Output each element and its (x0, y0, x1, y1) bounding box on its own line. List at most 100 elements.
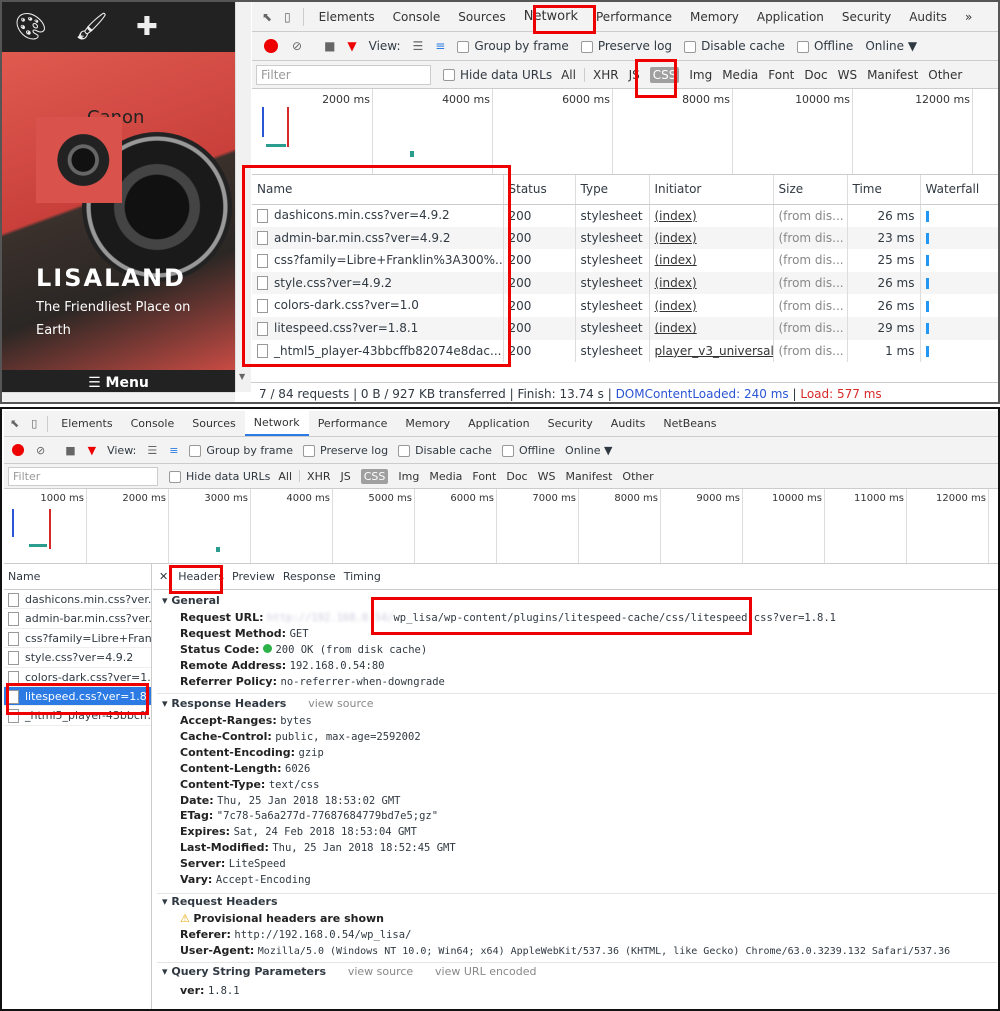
tab-security[interactable]: Security (833, 10, 900, 24)
type-media[interactable]: Media (717, 68, 763, 82)
filter-input[interactable]: Filter (8, 466, 158, 486)
table-row[interactable]: css?family=Libre+Franklin%3A300%... 200st… (252, 249, 998, 272)
cell-name[interactable]: litespeed.css?ver=1.8.1 (252, 316, 504, 340)
type-manifest[interactable]: Manifest (560, 470, 617, 483)
type-media[interactable]: Media (424, 470, 467, 483)
column-type[interactable]: Type (575, 175, 650, 205)
tab-console[interactable]: Console (122, 417, 184, 430)
cell-name[interactable]: _html5_player-43bbcffb82074e8dac... (252, 339, 504, 363)
type-xhr[interactable]: XHR (588, 68, 624, 82)
waterfall-view-icon[interactable]: ≡ (429, 39, 451, 53)
tab-sources[interactable]: Sources (183, 417, 245, 430)
type-doc[interactable]: Doc (799, 68, 832, 82)
type-ws[interactable]: WS (533, 470, 561, 483)
hide-data-urls-checkbox[interactable] (169, 470, 181, 483)
tab-elements[interactable]: Elements (310, 10, 384, 24)
type-css[interactable]: CSS (360, 468, 389, 484)
overview-timeline[interactable]: 1000 ms 2000 ms 3000 ms 4000 ms 5000 ms 6000 … (4, 489, 998, 564)
camera-icon[interactable]: ■ (59, 444, 81, 457)
tab-preview[interactable]: Preview (228, 570, 279, 583)
table-row[interactable]: style.css?ver=4.9.2 200 stylesheet (index)(… (252, 271, 998, 295)
disable-cache-checkbox[interactable] (398, 444, 411, 457)
menu-button[interactable]: ☰ Menu (2, 370, 235, 392)
cell-name[interactable]: css?family=Libre+Franklin%3A300%... (252, 249, 504, 272)
preserve-log-checkbox[interactable] (580, 40, 593, 53)
filter-icon[interactable]: ▼ (341, 39, 362, 53)
cell-initiator[interactable]: (index) (649, 271, 774, 295)
type-ws[interactable]: WS (833, 68, 862, 82)
tab-performance[interactable]: Performance (587, 10, 681, 24)
disable-cache-checkbox[interactable] (684, 40, 697, 53)
list-view-icon[interactable]: ☰ (407, 39, 430, 53)
tab-audits[interactable]: Audits (900, 10, 956, 24)
waterfall-view-icon[interactable]: ≡ (163, 444, 184, 457)
offline-checkbox[interactable] (501, 444, 514, 457)
plus-icon[interactable]: ✚ (136, 14, 158, 40)
list-item[interactable]: css?family=Libre+Fran... (4, 629, 151, 649)
horizontal-scrollbar[interactable] (2, 392, 235, 402)
scroll-down-icon[interactable]: ▼ (239, 372, 245, 381)
tab-timing[interactable]: Timing (340, 570, 385, 583)
close-icon[interactable]: ✕ (153, 570, 174, 583)
cell-initiator[interactable]: (index) (649, 204, 774, 227)
type-all[interactable]: All (556, 68, 581, 82)
tab-performance[interactable]: Performance (309, 417, 397, 430)
request-headers-toggle[interactable]: ▾ Request Headers (162, 895, 278, 908)
type-other[interactable]: Other (923, 68, 967, 82)
cell-name[interactable]: dashicons.min.css?ver=4.9.2 (252, 204, 504, 227)
preserve-log-checkbox[interactable] (303, 444, 315, 457)
more-tabs-icon[interactable]: » (956, 10, 981, 24)
list-item[interactable]: dashicons.min.css?ver... (4, 590, 151, 610)
tab-security[interactable]: Security (539, 417, 602, 430)
cell-initiator[interactable]: (index) (649, 316, 774, 340)
type-img[interactable]: Img (393, 470, 424, 483)
general-section-toggle[interactable]: ▾ General (162, 594, 220, 607)
tab-application[interactable]: Application (748, 10, 833, 24)
tab-headers[interactable]: Headers (174, 570, 228, 583)
tab-memory[interactable]: Memory (681, 10, 748, 24)
tab-elements[interactable]: Elements (52, 417, 121, 430)
throttle-select[interactable]: Online ▼ (560, 444, 617, 457)
device-toggle-icon[interactable]: ▯ (278, 10, 297, 24)
type-font[interactable]: Font (467, 470, 501, 483)
tab-application[interactable]: Application (459, 417, 538, 430)
column-initiator[interactable]: Initiator (649, 175, 774, 205)
list-item[interactable]: colors-dark.css?ver=1.0 (4, 668, 151, 687)
device-toggle-icon[interactable]: ▯ (25, 417, 43, 430)
list-item-selected[interactable]: litespeed.css?ver=1.8.1 (4, 686, 151, 707)
filter-input[interactable]: Filter (256, 64, 431, 85)
palette-icon[interactable]: 🎨︎ (14, 14, 47, 40)
vertical-scrollbar[interactable]: ▼ (235, 2, 251, 392)
cell-name[interactable]: admin-bar.min.css?ver=4.9.2 (252, 226, 504, 250)
inspect-icon[interactable]: ⬉ (4, 417, 25, 430)
cell-initiator[interactable]: (index) (649, 294, 774, 317)
throttle-select[interactable]: Online ▼ (859, 39, 923, 53)
cell-name[interactable]: colors-dark.css?ver=1.0 (252, 294, 504, 317)
table-row[interactable]: dashicons.min.css?ver=4.9.2 200 stylesheet… (252, 204, 998, 227)
column-waterfall[interactable]: Waterfall (920, 175, 998, 205)
site-logo-image[interactable] (36, 117, 122, 203)
column-status[interactable]: Status (503, 175, 576, 205)
column-size[interactable]: Size (773, 175, 848, 205)
type-xhr[interactable]: XHR (302, 470, 335, 483)
list-item[interactable]: admin-bar.min.css?ver... (4, 609, 151, 629)
tab-sources[interactable]: Sources (449, 10, 514, 24)
tab-network[interactable]: Network (244, 411, 309, 436)
table-row[interactable]: litespeed.css?ver=1.8.1 200 stylesheet (ind… (252, 316, 998, 340)
response-headers-toggle[interactable]: ▾ Response Headers view source (162, 697, 374, 710)
site-title[interactable]: LISALAND (36, 264, 186, 292)
table-row[interactable]: admin-bar.min.css?ver=4.9.2 200 stylesheet… (252, 226, 998, 250)
hide-data-urls-checkbox[interactable] (443, 69, 455, 81)
cell-initiator[interactable]: (index) (649, 226, 774, 250)
tab-memory[interactable]: Memory (396, 417, 459, 430)
brush-icon[interactable]: 🖌︎ (75, 14, 108, 40)
tab-netbeans[interactable]: NetBeans (654, 417, 725, 430)
tab-network[interactable]: Network (515, 9, 587, 24)
cell-initiator[interactable]: player_v3_universal (649, 339, 774, 363)
list-view-icon[interactable]: ☰ (141, 444, 163, 457)
view-source-link[interactable]: view source (308, 697, 373, 710)
group-by-frame-checkbox[interactable] (189, 444, 202, 457)
overview-timeline[interactable]: 2000 ms 4000 ms 6000 ms 8000 ms 10000 ms… (252, 89, 998, 175)
view-url-encoded-link[interactable]: view URL encoded (435, 965, 536, 978)
record-icon[interactable] (12, 444, 24, 456)
